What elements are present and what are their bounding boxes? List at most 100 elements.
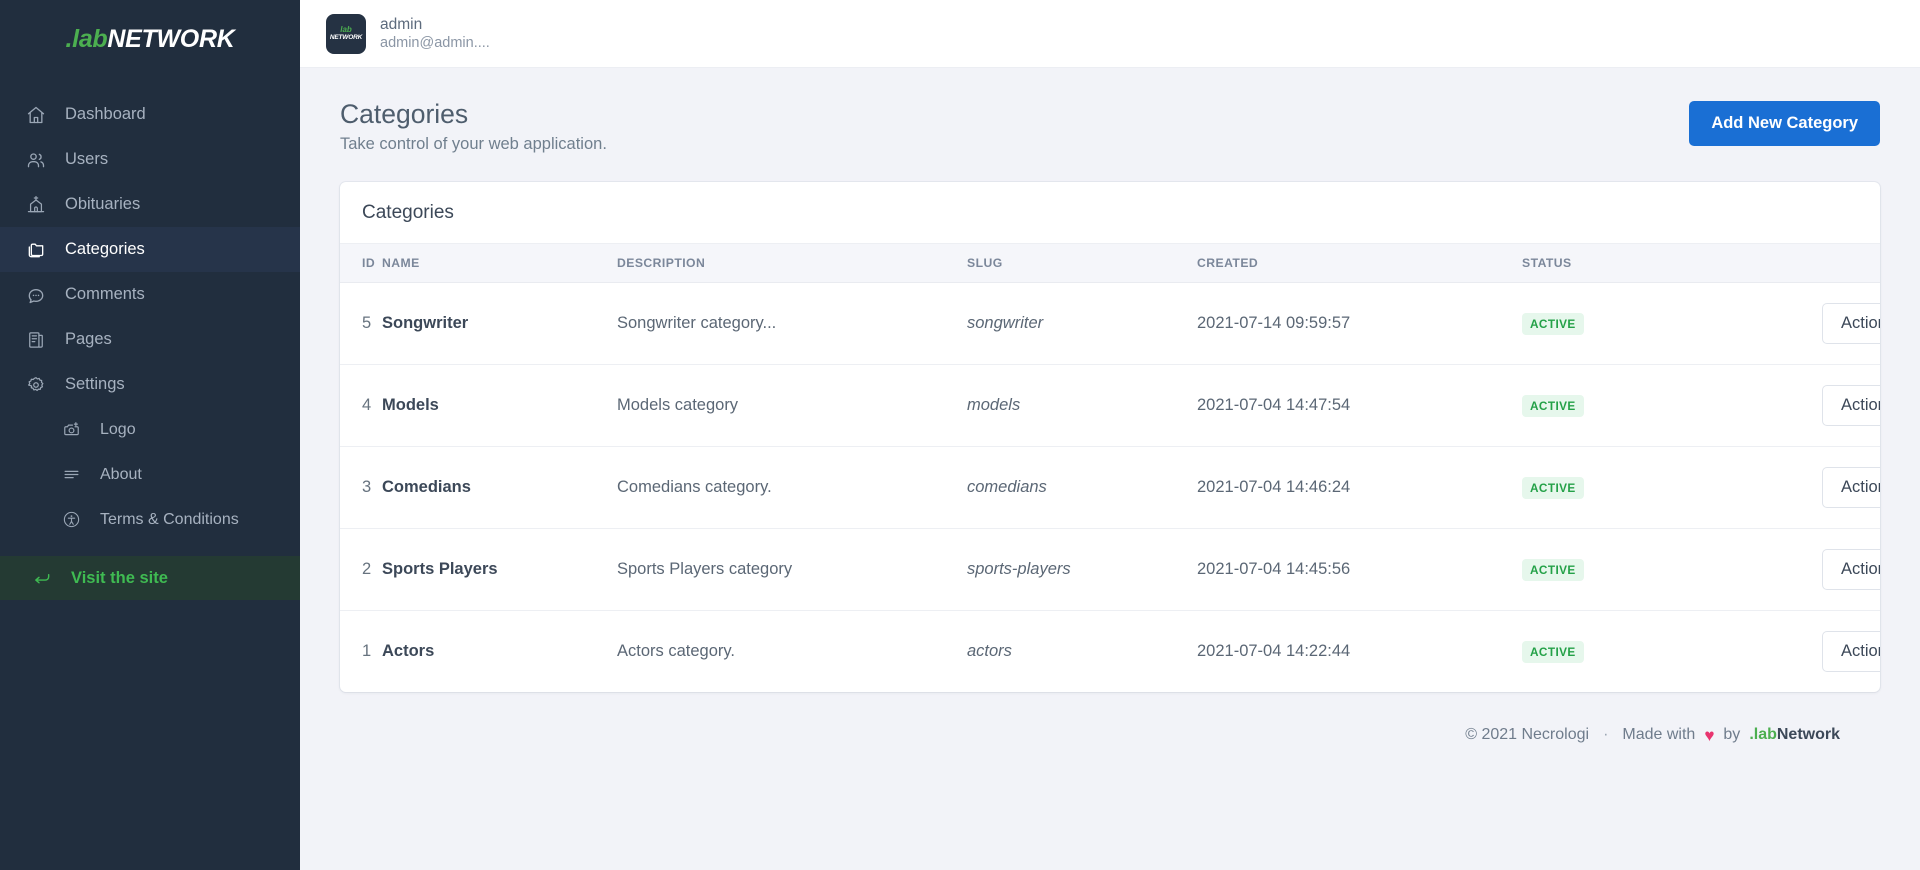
column-header-name: NAME — [382, 243, 617, 283]
camera-plus-icon — [62, 419, 88, 441]
brand-logo[interactable]: .lab NETWORK — [0, 0, 300, 78]
sidebar-item-settings[interactable]: Settings — [0, 362, 300, 407]
cell-status: ACTIVE — [1522, 611, 1822, 693]
column-header-created: CREATED — [1197, 243, 1522, 283]
sidebar-item-label: Users — [65, 150, 109, 168]
avatar-line1: lab — [340, 24, 352, 34]
cell-description: Actors category. — [617, 642, 735, 660]
footer-made-with: Made with — [1622, 726, 1696, 743]
sidebar-item-label: About — [100, 465, 142, 483]
sidebar-item-pages[interactable]: Pages — [0, 317, 300, 362]
actions-button[interactable]: Actions⌄ — [1822, 549, 1880, 590]
card-title: Categories — [362, 202, 454, 223]
footer-brand[interactable]: .labNetwork — [1749, 726, 1840, 744]
status-badge: ACTIVE — [1522, 640, 1584, 663]
topbar: lab NETWORK admin admin@admin.... — [300, 0, 1920, 68]
footer-separator: · — [1603, 726, 1609, 743]
cell-name: Actors — [382, 642, 435, 660]
column-header-description: DESCRIPTION — [617, 243, 967, 283]
sidebar-item-label: Pages — [65, 330, 112, 348]
cell-description: Songwriter category... — [617, 282, 967, 365]
arrow-return-icon — [32, 567, 58, 589]
brand-suffix: NETWORK — [107, 24, 235, 53]
cell-id: 1 — [362, 642, 372, 660]
sidebar-item-label: Logo — [100, 420, 136, 438]
user-info[interactable]: admin admin@admin.... — [380, 15, 490, 53]
cell-slug: comedians — [967, 446, 1197, 529]
lines-icon — [62, 464, 88, 486]
actions-button[interactable]: Actions⌄ — [1822, 467, 1880, 508]
actions-label: Actions — [1841, 478, 1880, 496]
cell-slug: models — [967, 364, 1197, 447]
cell-id: 2 — [340, 528, 382, 611]
sidebar-item-categories[interactable]: Categories — [0, 227, 300, 272]
avatar[interactable]: lab NETWORK — [326, 13, 366, 54]
user-name: admin — [380, 15, 423, 33]
footer-brand-prefix: .lab — [1749, 726, 1777, 743]
cell-id: 5 — [340, 282, 382, 365]
footer-copyright: © 2021 Necrologi — [1465, 726, 1590, 743]
actions-label: Actions — [1841, 560, 1880, 578]
main-area: lab NETWORK admin admin@admin.... Catego… — [300, 0, 1920, 870]
sidebar-item-comments[interactable]: Comments — [0, 272, 300, 317]
cell-actions: Actions⌄ — [1822, 282, 1880, 365]
sidebar-item-label: Comments — [65, 285, 145, 303]
cell-id: 4 — [340, 364, 382, 447]
sidebar-item-label: Categories — [65, 240, 145, 258]
table-row: 4 Models Models category models 2021-07-… — [340, 364, 1880, 447]
sidebar-item-obituaries[interactable]: Obituaries — [0, 182, 300, 227]
accessibility-icon — [62, 509, 88, 531]
heart-icon: ♥ — [1704, 725, 1715, 745]
cell-created: 2021-07-14 09:59:57 — [1197, 282, 1522, 365]
user-email: admin@admin.... — [380, 34, 490, 51]
sidebar-item-label: Dashboard — [65, 105, 146, 123]
cell-id: 3 — [340, 446, 382, 529]
table-row: 2 Sports Players Sports Players category… — [340, 528, 1880, 611]
cell-created: 2021-07-04 14:46:24 — [1197, 446, 1522, 529]
column-header-actions — [1822, 243, 1880, 283]
home-icon — [26, 104, 52, 126]
sidebar-item-users[interactable]: Users — [0, 137, 300, 182]
status-badge: ACTIVE — [1522, 558, 1584, 581]
sidebar-item-about[interactable]: About — [0, 452, 300, 497]
page-subtitle: Take control of your web application. — [340, 135, 607, 153]
actions-button[interactable]: Actions⌄ — [1822, 631, 1880, 672]
column-header-status: STATUS — [1522, 243, 1822, 283]
cell-slug: sports-players — [967, 528, 1197, 611]
actions-button[interactable]: Actions⌄ — [1822, 303, 1880, 344]
sidebar-item-terms[interactable]: Terms & Conditions — [0, 497, 300, 542]
cell-created: 2021-07-04 14:45:56 — [1197, 528, 1522, 611]
page-content: Categories Take control of your web appl… — [300, 68, 1920, 870]
sidebar-item-label: Obituaries — [65, 195, 141, 213]
sidebar-item-label: Settings — [65, 375, 125, 393]
cell-actions: Actions⌄ — [1822, 611, 1880, 693]
cell-actions: Actions⌄ — [1822, 528, 1880, 611]
cell-name: Songwriter — [382, 282, 617, 365]
comment-icon — [26, 284, 52, 306]
cell-actions: Actions⌄ — [1822, 446, 1880, 529]
cell-status: ACTIVE — [1522, 528, 1822, 611]
cell-description: Sports Players category — [617, 528, 967, 611]
sidebar-item-logo[interactable]: Logo — [0, 407, 300, 452]
sidebar-item-dashboard[interactable]: Dashboard — [0, 92, 300, 137]
table-header-row: ID NAME DESCRIPTION SLUG CREATED STATUS — [340, 243, 1880, 283]
column-header-slug: SLUG — [967, 243, 1197, 283]
cell-name: Sports Players — [382, 528, 617, 611]
cell-name: Comedians — [382, 446, 617, 529]
sidebar-item-visit-site[interactable]: Visit the site — [0, 556, 300, 600]
cell-description: Comedians category. — [617, 446, 967, 529]
cell-status: ACTIVE — [1522, 364, 1822, 447]
cell-status: ACTIVE — [1522, 282, 1822, 365]
cell-slug: songwriter — [967, 282, 1197, 365]
app-root: .labNETWORK Dashboard Users Obituaries — [0, 0, 1920, 870]
categories-card: Categories ID NAME DESCRIPTION SLUG CREA… — [340, 182, 1880, 692]
add-new-category-button[interactable]: Add New Category — [1689, 101, 1880, 146]
actions-button[interactable]: Actions⌄ — [1822, 385, 1880, 426]
status-badge: ACTIVE — [1522, 394, 1584, 417]
footer-brand-suffix: Network — [1776, 726, 1840, 743]
cell-slug: actors — [967, 642, 1012, 660]
table-body: 5 Songwriter Songwriter category... song… — [340, 282, 1880, 693]
categories-table: ID NAME DESCRIPTION SLUG CREATED STATUS … — [340, 243, 1880, 692]
status-badge: ACTIVE — [1522, 476, 1584, 499]
cell-created: 2021-07-04 14:22:44 — [1197, 642, 1351, 660]
